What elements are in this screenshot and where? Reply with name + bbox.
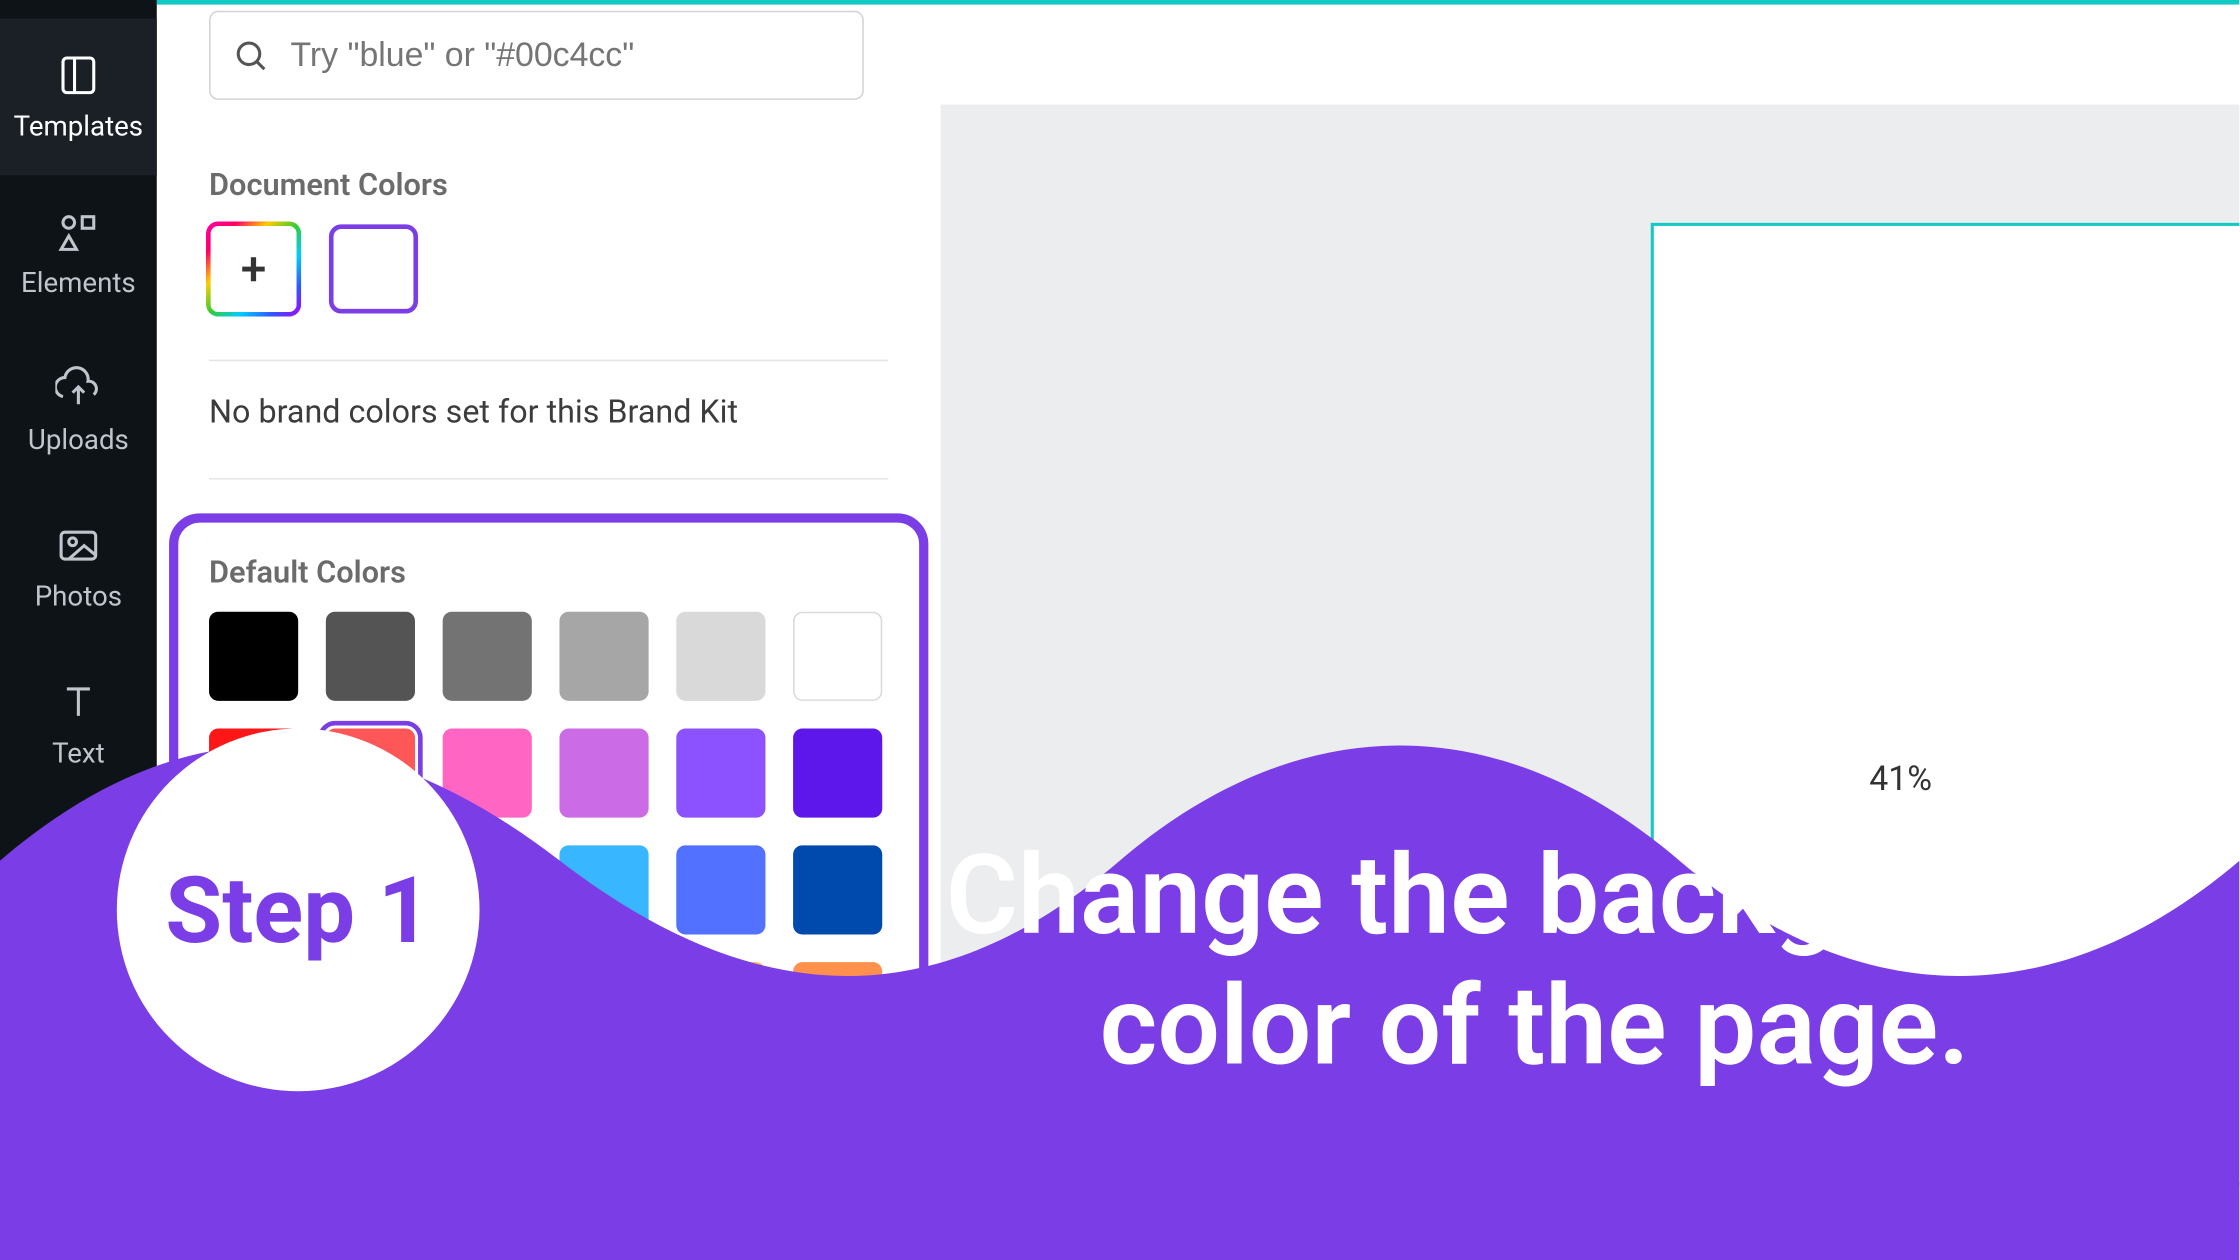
- default-colors-heading: Default Colors: [209, 553, 888, 590]
- search-icon: [232, 36, 269, 73]
- nav-item-templates[interactable]: Templates: [0, 18, 157, 175]
- tutorial-instruction: Change the background color of the page.: [922, 830, 2147, 1091]
- document-color-white[interactable]: [329, 224, 418, 313]
- nav-label-elements: Elements: [21, 267, 136, 299]
- uploads-icon: [55, 365, 101, 411]
- color-search-input[interactable]: [290, 35, 840, 75]
- color-search[interactable]: [209, 10, 864, 99]
- nav-label-templates: Templates: [14, 110, 143, 142]
- photos-icon: [55, 522, 101, 568]
- divider: [209, 478, 888, 480]
- tutorial-step-badge: Step 1: [117, 729, 480, 1092]
- nav-item-elements[interactable]: Elements: [0, 175, 157, 332]
- elements-icon: [55, 208, 101, 254]
- divider: [209, 360, 888, 362]
- top-toolbar: [157, 0, 2240, 105]
- nav-item-uploads[interactable]: Uploads: [0, 332, 157, 489]
- tutorial-step-label: Step 1: [165, 855, 430, 964]
- plus-icon: +: [241, 242, 267, 296]
- document-colors-heading: Document Colors: [209, 166, 888, 203]
- nav-label-photos: Photos: [35, 580, 122, 612]
- nav-label-uploads: Uploads: [28, 423, 129, 455]
- add-color-button[interactable]: +: [209, 224, 298, 313]
- templates-icon: [55, 51, 101, 97]
- brand-kit-empty-message: No brand colors set for this Brand Kit: [209, 395, 888, 432]
